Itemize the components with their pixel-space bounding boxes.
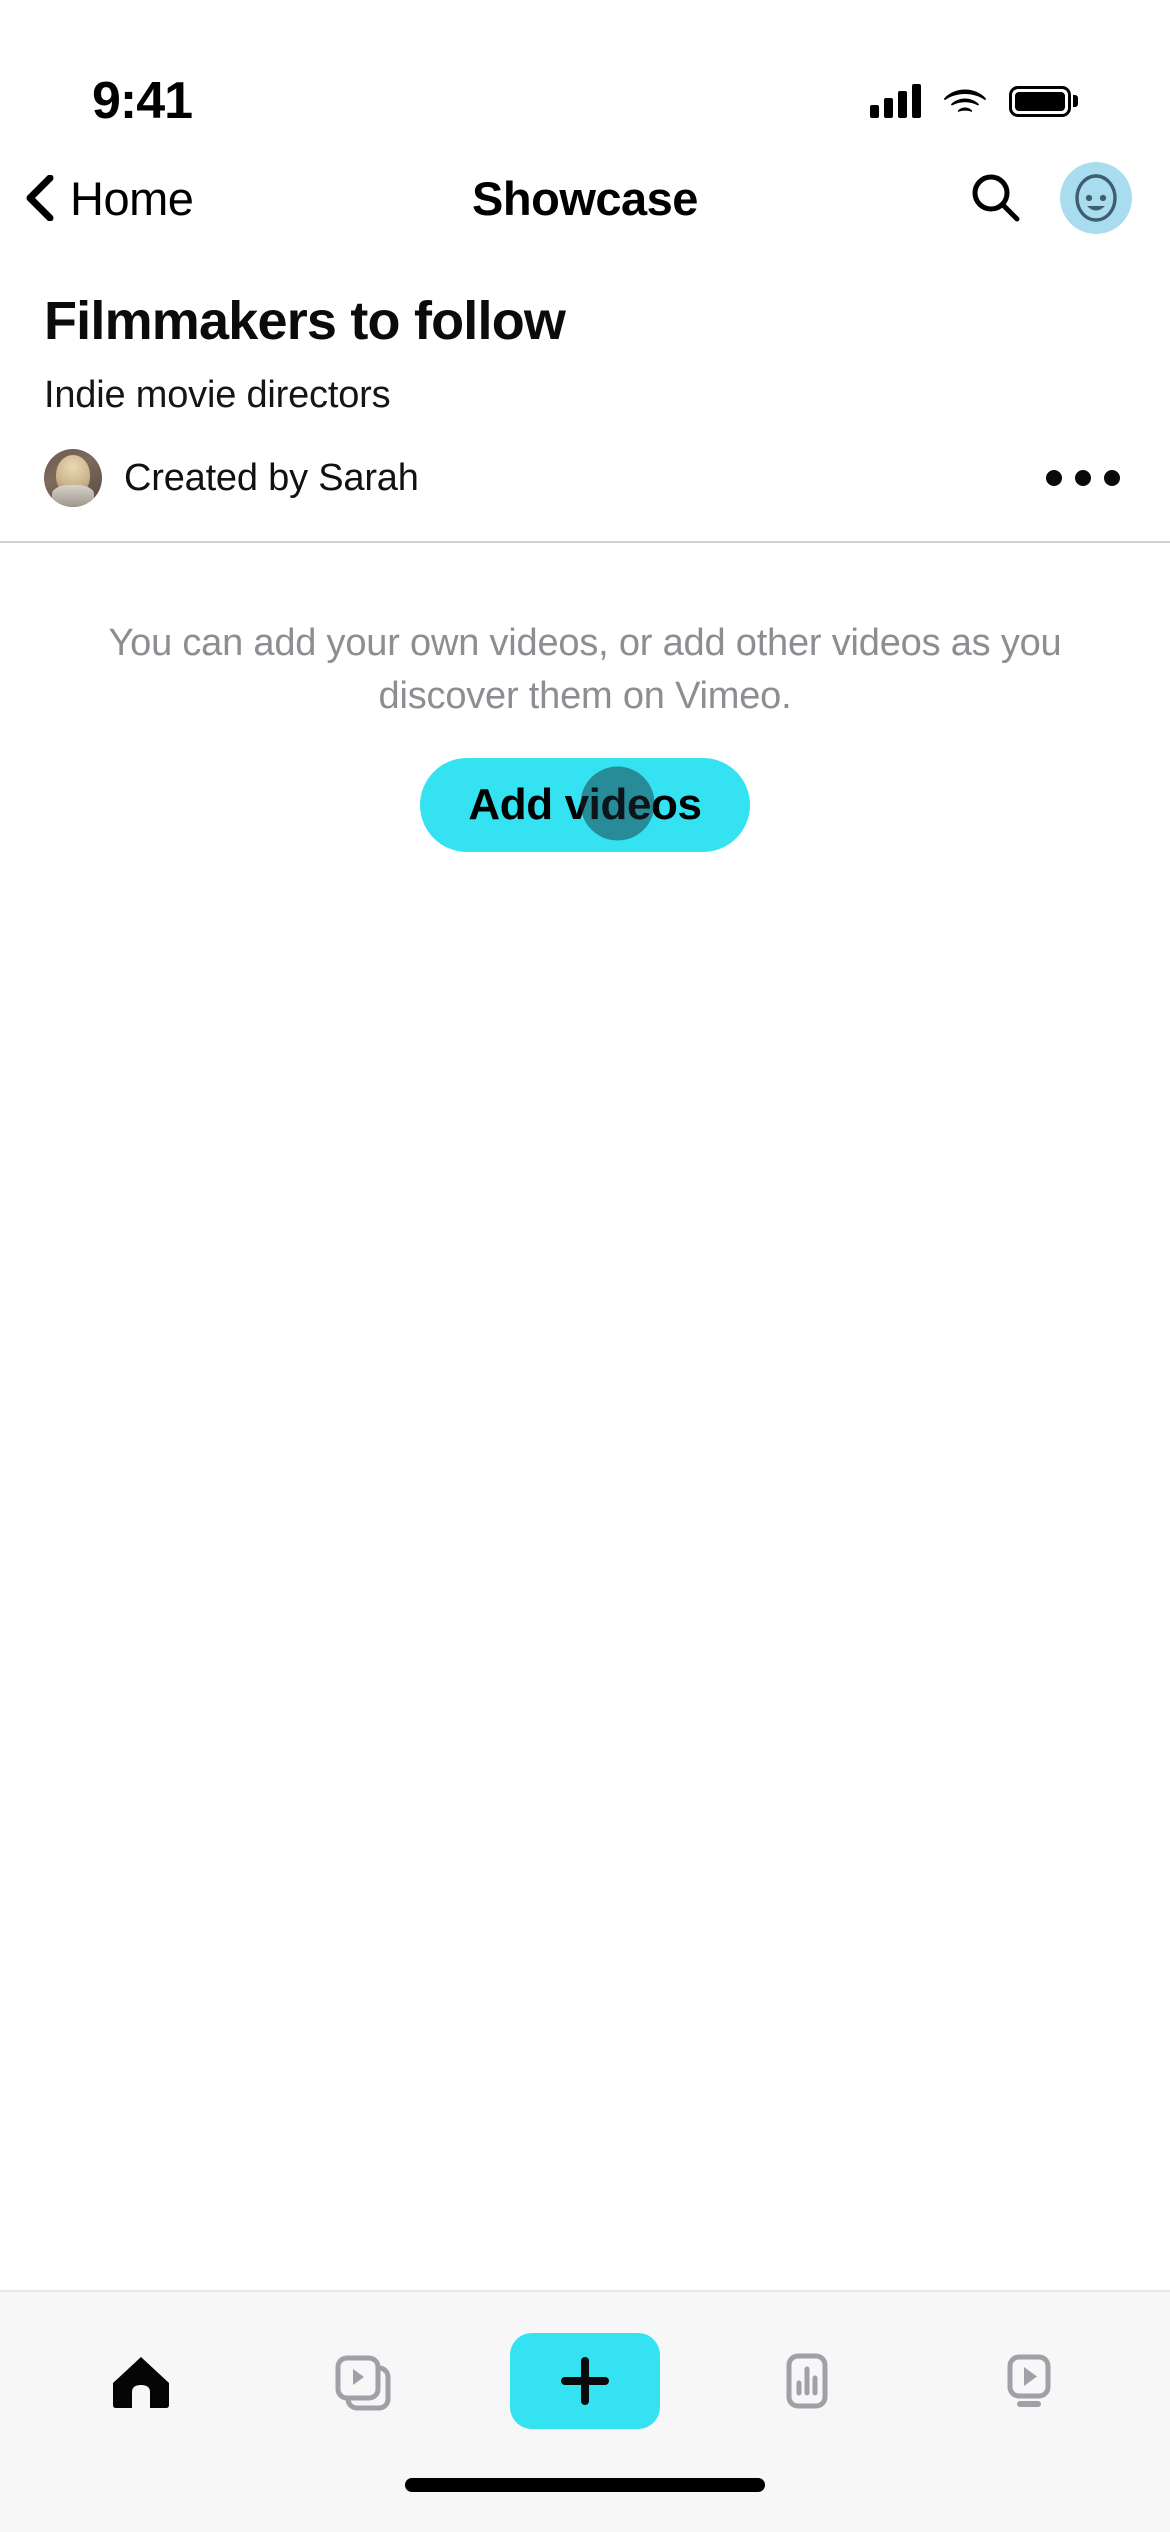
status-icons <box>870 84 1078 118</box>
chevron-left-icon <box>26 175 54 221</box>
user-avatar-face-icon <box>1075 174 1117 222</box>
creator-photo-avatar[interactable] <box>44 449 102 508</box>
nav-actions <box>970 162 1132 234</box>
showcase-header: Filmmakers to follow Indie movie directo… <box>0 246 1170 541</box>
tab-analytics[interactable] <box>732 2326 882 2436</box>
more-horizontal-icon <box>1104 470 1120 487</box>
status-time: 9:41 <box>92 72 193 130</box>
avatar[interactable] <box>1060 162 1132 234</box>
plus-icon <box>561 2357 609 2405</box>
creator-row: Created by Sarah <box>44 449 1126 541</box>
empty-state: You can add your own videos, or add othe… <box>0 543 1170 2290</box>
back-button-label: Home <box>70 171 194 225</box>
wifi-icon <box>944 89 986 112</box>
back-button[interactable]: Home <box>22 171 194 226</box>
bar-chart-icon <box>786 2353 828 2409</box>
home-indicator[interactable] <box>405 2478 765 2492</box>
tab-create-button[interactable] <box>510 2333 660 2429</box>
status-bar: 9:41 <box>0 0 1170 150</box>
search-icon[interactable] <box>970 172 1022 224</box>
more-horizontal-icon <box>1075 470 1091 487</box>
phone-screen: 9:41 Home Showcase Filmmakers to follow … <box>0 0 1170 2532</box>
home-indicator-area <box>0 2470 1170 2532</box>
tab-home[interactable] <box>66 2326 216 2436</box>
battery-full-icon <box>1009 85 1078 117</box>
more-horizontal-icon <box>1046 470 1062 487</box>
home-icon <box>113 2357 169 2408</box>
creator-name: Created by Sarah <box>124 456 419 499</box>
tab-library[interactable] <box>288 2326 438 2436</box>
showcase-title: Filmmakers to follow <box>44 291 566 351</box>
tab-watch[interactable] <box>954 2326 1104 2436</box>
add-videos-button[interactable]: Add videos <box>420 757 750 852</box>
bottom-tab-bar <box>0 2290 1170 2470</box>
cellular-signal-icon <box>870 84 921 118</box>
more-options-button[interactable] <box>1040 460 1126 496</box>
empty-state-message: You can add your own videos, or add othe… <box>108 622 1062 717</box>
video-library-stack-icon <box>335 2355 391 2411</box>
navigation-bar: Home Showcase <box>0 150 1170 246</box>
showcase-subtitle: Indie movie directors <box>44 374 391 417</box>
add-videos-container: Add videos <box>78 757 1092 852</box>
tv-play-icon <box>1007 2354 1051 2407</box>
